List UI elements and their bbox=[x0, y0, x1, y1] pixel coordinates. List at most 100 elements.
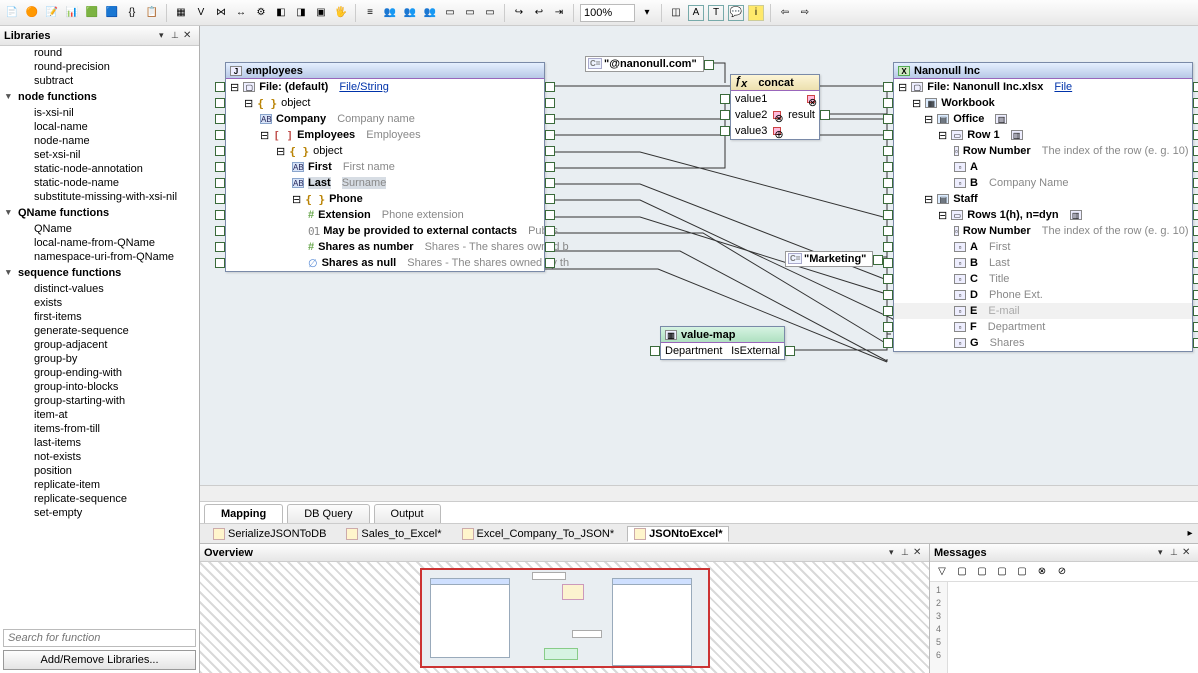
lib-function[interactable]: substitute-missing-with-xsi-nil bbox=[0, 190, 199, 204]
tool-icon[interactable]: ↪ bbox=[511, 5, 527, 21]
tree-node[interactable]: ▫E E-mail bbox=[894, 303, 1192, 319]
lib-function[interactable]: exists bbox=[0, 296, 199, 310]
tool-icon[interactable]: 🖐 bbox=[333, 5, 349, 21]
lib-function[interactable]: group-starting-with bbox=[0, 394, 199, 408]
msg-tool-icon[interactable]: ▢ bbox=[1014, 564, 1030, 580]
source-component[interactable]: J employees ⊟▢File: (default) File/Strin… bbox=[225, 62, 545, 272]
input-port[interactable] bbox=[883, 322, 893, 332]
tool-icon[interactable]: ▣ bbox=[313, 5, 329, 21]
input-port[interactable] bbox=[883, 338, 893, 348]
tool-icon[interactable]: 💬 bbox=[728, 5, 744, 21]
tree-node[interactable]: ⊟{ }object bbox=[226, 143, 544, 159]
dropdown-icon[interactable]: ▾ bbox=[889, 547, 901, 559]
tool-icon[interactable]: A bbox=[688, 5, 704, 21]
input-port[interactable] bbox=[883, 306, 893, 316]
tool-icon[interactable]: 👥 bbox=[402, 5, 418, 21]
output-port[interactable] bbox=[1193, 98, 1198, 108]
input-port[interactable] bbox=[883, 130, 893, 140]
lib-function[interactable]: subtract bbox=[0, 74, 199, 88]
output-port[interactable] bbox=[1193, 290, 1198, 300]
input-port[interactable] bbox=[883, 146, 893, 156]
component-title[interactable]: XNanonull Inc bbox=[894, 63, 1192, 79]
tool-icon[interactable]: 👥 bbox=[422, 5, 438, 21]
target-component[interactable]: XNanonull Inc ⊟▢File: Nanonull Inc.xlsx … bbox=[893, 62, 1193, 352]
msg-tab-num[interactable]: 3 bbox=[936, 610, 941, 623]
tree-node[interactable]: ⊟▤Staff bbox=[894, 191, 1192, 207]
lib-function[interactable]: item-at bbox=[0, 408, 199, 422]
input-port[interactable] bbox=[720, 94, 730, 104]
output-port[interactable] bbox=[1193, 114, 1198, 124]
tree-node[interactable]: #Extension Phone extension bbox=[226, 207, 544, 223]
input-port[interactable] bbox=[883, 194, 893, 204]
tool-icon[interactable]: 📋 bbox=[144, 5, 160, 21]
tool-icon[interactable]: T bbox=[708, 5, 724, 21]
scroll-right-icon[interactable]: ▸ bbox=[1182, 526, 1198, 542]
tree-node[interactable]: ▫D Phone Ext. bbox=[894, 287, 1192, 303]
lib-function[interactable]: last-items bbox=[0, 436, 199, 450]
tree-node[interactable]: ⊟▢File: (default) File/String bbox=[226, 79, 544, 95]
msg-tool-icon[interactable]: ⊗ bbox=[1034, 564, 1050, 580]
close-icon[interactable]: ✕ bbox=[1182, 547, 1194, 559]
close-icon[interactable]: ✕ bbox=[913, 547, 925, 559]
msg-tab-num[interactable]: 6 bbox=[936, 649, 941, 662]
input-port[interactable] bbox=[215, 226, 225, 236]
lib-function[interactable]: distinct-values bbox=[0, 282, 199, 296]
lib-group[interactable]: node functions bbox=[0, 88, 199, 106]
tool-icon[interactable]: 🟠 bbox=[24, 5, 40, 21]
tool-icon[interactable]: 📝 bbox=[44, 5, 60, 21]
tool-icon[interactable]: ◧ bbox=[273, 5, 289, 21]
output-port[interactable] bbox=[1193, 226, 1198, 236]
lib-group[interactable]: QName functions bbox=[0, 204, 199, 222]
function-param[interactable]: value3⊕ bbox=[731, 123, 819, 139]
msg-tool-icon[interactable]: ▢ bbox=[994, 564, 1010, 580]
tool-icon[interactable]: ↔ bbox=[233, 5, 249, 21]
input-port[interactable] bbox=[215, 146, 225, 156]
output-port[interactable] bbox=[1193, 146, 1198, 156]
output-port[interactable] bbox=[1193, 322, 1198, 332]
output-port[interactable] bbox=[1193, 338, 1198, 348]
tool-icon[interactable]: ◫ bbox=[668, 5, 684, 21]
config-icon[interactable]: ▥ bbox=[1070, 210, 1082, 220]
lib-function[interactable]: not-exists bbox=[0, 450, 199, 464]
msg-tool-icon[interactable]: ▢ bbox=[974, 564, 990, 580]
lib-function[interactable]: round-precision bbox=[0, 60, 199, 74]
output-port[interactable] bbox=[545, 146, 555, 156]
tab-output[interactable]: Output bbox=[374, 504, 441, 523]
msg-tab-num[interactable]: 1 bbox=[936, 584, 941, 597]
input-port[interactable] bbox=[215, 130, 225, 140]
lib-function[interactable]: namespace-uri-from-QName bbox=[0, 250, 199, 264]
lib-group[interactable]: sequence functions bbox=[0, 264, 199, 282]
tree-node[interactable]: ⊟[ ]Employees Employees bbox=[226, 127, 544, 143]
tree-node[interactable]: ∅Shares as null Shares - The shares owne… bbox=[226, 255, 544, 271]
tab-dbquery[interactable]: DB Query bbox=[287, 504, 369, 523]
file-tab[interactable]: Sales_to_Excel* bbox=[339, 526, 448, 542]
msg-tab-num[interactable]: 4 bbox=[936, 623, 941, 636]
lib-function[interactable]: set-xsi-nil bbox=[0, 148, 199, 162]
output-port[interactable] bbox=[545, 194, 555, 204]
output-port[interactable] bbox=[1193, 242, 1198, 252]
output-port[interactable] bbox=[545, 242, 555, 252]
tree-node[interactable]: ▫Row Number The index of the row (e. g. … bbox=[894, 143, 1192, 159]
output-port[interactable] bbox=[785, 346, 795, 356]
pin-icon[interactable]: ⊥ bbox=[901, 547, 913, 559]
output-port[interactable] bbox=[1193, 274, 1198, 284]
lib-function[interactable]: replicate-item bbox=[0, 478, 199, 492]
input-port[interactable] bbox=[215, 114, 225, 124]
tool-icon[interactable]: 🟦 bbox=[104, 5, 120, 21]
input-port[interactable] bbox=[215, 162, 225, 172]
tool-icon[interactable]: 📄 bbox=[4, 5, 20, 21]
input-port[interactable] bbox=[883, 274, 893, 284]
component-title[interactable]: ƒx concat bbox=[731, 75, 819, 91]
input-port[interactable] bbox=[883, 290, 893, 300]
tool-icon[interactable]: ⇥ bbox=[551, 5, 567, 21]
input-port[interactable] bbox=[215, 242, 225, 252]
output-port[interactable] bbox=[1193, 306, 1198, 316]
dropdown-icon[interactable]: ▾ bbox=[159, 30, 171, 42]
input-port[interactable] bbox=[215, 98, 225, 108]
horizontal-scrollbar[interactable] bbox=[200, 485, 1198, 501]
input-port[interactable] bbox=[215, 82, 225, 92]
input-port[interactable] bbox=[215, 178, 225, 188]
tab-mapping[interactable]: Mapping bbox=[204, 504, 283, 523]
tree-node[interactable]: ⊟▦Workbook bbox=[894, 95, 1192, 111]
input-port[interactable] bbox=[883, 210, 893, 220]
